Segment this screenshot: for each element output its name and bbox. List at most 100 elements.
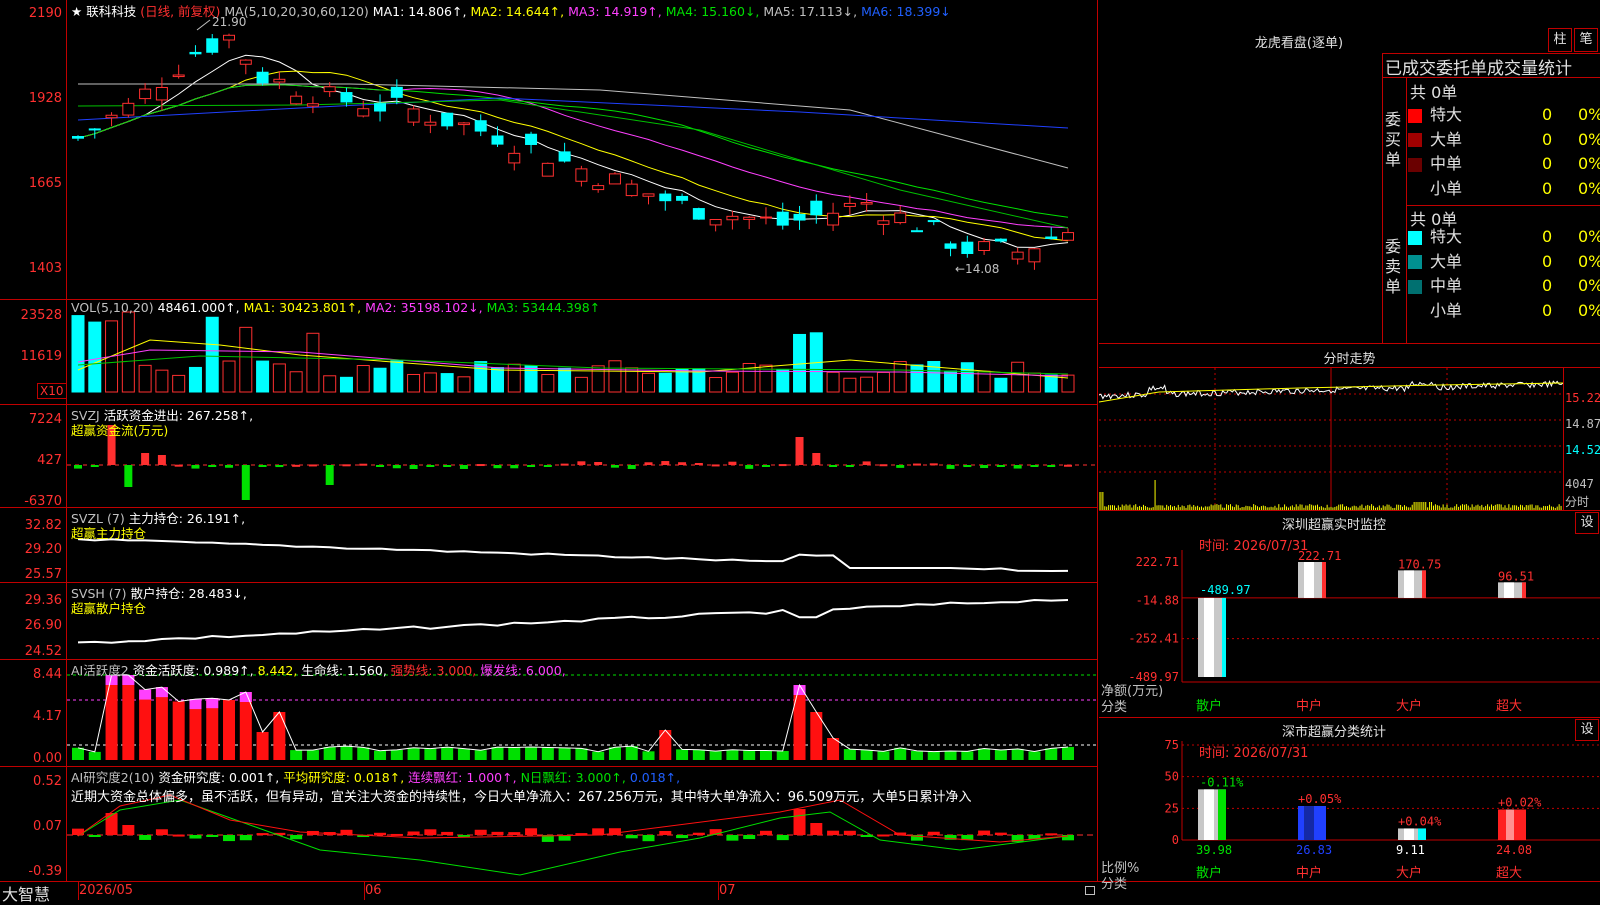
candle-body	[139, 88, 152, 100]
activity-bar	[390, 749, 403, 760]
volume-bar	[71, 315, 85, 393]
high-pointer	[196, 19, 211, 31]
order-row: 大单 0 0%	[1408, 250, 1600, 274]
intraday-y-tick: 14.52	[1565, 443, 1600, 457]
research-bar	[491, 831, 504, 835]
volume-bar	[1044, 374, 1058, 393]
volume-bar	[289, 371, 303, 393]
change-label: +0.05%	[1298, 792, 1342, 806]
activity-bar	[944, 751, 957, 760]
candle-body	[390, 86, 403, 98]
activity-bar	[407, 747, 420, 760]
svzl-title: 主力持仓: 26.191↑,	[128, 511, 246, 526]
flow-bar	[443, 465, 452, 467]
candle-body	[239, 59, 252, 65]
kline-chart[interactable]	[0, 0, 1097, 900]
stock-name: 联科科技	[86, 4, 137, 19]
activity-bar	[1062, 746, 1074, 760]
y-tick: 75	[1165, 738, 1179, 752]
volume-bar	[373, 367, 387, 393]
research-bar	[642, 835, 655, 842]
ai2-label: AI研究度2(10)	[71, 770, 155, 785]
flow-bar	[862, 461, 871, 465]
candle-body	[978, 241, 991, 251]
volume-bar	[121, 311, 135, 393]
research-bar	[692, 832, 705, 835]
flow-bar	[241, 465, 250, 500]
flow-bar	[359, 463, 368, 466]
activity-bar	[424, 748, 437, 760]
intraday-chart[interactable]	[1099, 368, 1563, 510]
candle-body	[1028, 248, 1041, 263]
intraday-title: 分时走势	[1323, 352, 1376, 367]
intraday-unit: 分时	[1565, 495, 1590, 509]
bar-view-button[interactable]: 柱	[1548, 28, 1572, 52]
volume-bar	[910, 364, 924, 393]
volume-bar	[323, 375, 337, 393]
flow-bar	[74, 465, 82, 469]
value-label: 39.98	[1196, 843, 1232, 857]
value-label: 24.08	[1496, 843, 1532, 857]
research-bar	[1045, 833, 1058, 836]
category-label: 散户	[1196, 865, 1222, 881]
y-tick: 222.71	[1136, 555, 1179, 569]
app-name[interactable]: 大智慧	[2, 881, 50, 905]
y-tick: 26.90	[24, 618, 62, 633]
candle-body	[659, 193, 672, 202]
favorite-star-icon[interactable]: ★	[71, 4, 82, 19]
flow-bar	[493, 465, 502, 469]
research-bar	[290, 835, 303, 840]
research-bar	[726, 835, 739, 841]
flow-bar	[829, 465, 838, 467]
activity-bar	[961, 751, 974, 760]
activity-bar	[273, 712, 286, 760]
category-bar	[1422, 570, 1426, 598]
y-tick: 1928	[28, 91, 62, 106]
candle-body	[575, 168, 588, 182]
research-bar	[994, 832, 1007, 835]
order-percent: 0%	[1578, 154, 1600, 173]
category-bar	[1304, 806, 1314, 840]
candle-body	[374, 103, 387, 112]
research-bar	[256, 833, 269, 836]
ai1-label: AI活跃度2	[71, 663, 129, 678]
svsh-line	[77, 598, 1069, 644]
activity-bar	[592, 751, 605, 760]
research-bar	[743, 835, 756, 840]
value-label: 222.71	[1298, 549, 1341, 563]
y-tick: 25	[1165, 801, 1179, 815]
candle-body	[172, 74, 185, 78]
volume-bar	[205, 316, 219, 393]
color-swatch-icon	[1408, 304, 1422, 318]
activity-bar	[994, 750, 1007, 760]
order-percent: 0%	[1578, 105, 1600, 124]
order-percent: 0%	[1578, 178, 1600, 198]
svzj-sub: 超赢资金流(万元)	[71, 423, 169, 438]
flow-bar	[946, 465, 955, 469]
activity-bar	[558, 747, 571, 760]
candle-body	[155, 86, 168, 101]
activity-bar	[726, 749, 739, 760]
color-swatch-icon	[1408, 182, 1422, 196]
candle-body	[457, 122, 470, 126]
flow-bar	[1013, 465, 1022, 469]
lock-icon[interactable]	[1085, 886, 1095, 895]
activity-bar	[1028, 751, 1041, 760]
period-label[interactable]: (日线, 前复权)	[140, 4, 220, 19]
flow-bar	[459, 465, 468, 469]
y-tick: 4.17	[33, 709, 62, 724]
flow-bar	[476, 464, 485, 467]
intraday-axis-line	[1563, 368, 1564, 510]
candle-body	[1062, 232, 1074, 241]
monitor-chart: 222.71-14.88-252.41-489.97-489.97散户222.7…	[1128, 549, 1600, 714]
research-bar	[105, 813, 118, 835]
date-label: 06	[365, 883, 382, 898]
candle-body	[558, 151, 571, 162]
candle-body	[525, 133, 538, 145]
research-bar	[1062, 835, 1074, 841]
stroke-view-button[interactable]: 笔	[1574, 28, 1598, 52]
research-bar	[223, 835, 236, 842]
order-count: 0	[1542, 129, 1553, 149]
candle-body	[273, 78, 286, 83]
flow-bar	[527, 465, 536, 467]
